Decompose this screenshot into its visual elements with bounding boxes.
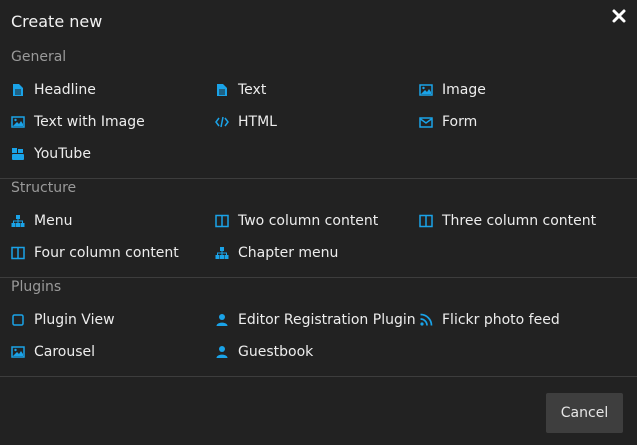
- columns-icon: [11, 246, 25, 260]
- user-icon: [216, 314, 228, 326]
- create-html-item[interactable]: HTML: [215, 111, 277, 133]
- youtube-icon: [12, 148, 24, 160]
- create-guestbook-item[interactable]: Guestbook: [215, 341, 313, 363]
- item-label: Flickr photo feed: [442, 312, 560, 328]
- item-label: Guestbook: [238, 344, 314, 360]
- item-label: Image: [442, 82, 486, 98]
- item-label: Menu: [34, 213, 73, 229]
- item-label: HTML: [238, 114, 277, 130]
- create-form-item[interactable]: Form: [419, 111, 477, 133]
- user-icon: [216, 346, 228, 358]
- item-label: Editor Registration Plugin: [238, 312, 416, 328]
- create-menu-item[interactable]: Menu: [11, 210, 72, 232]
- section-title-general: General: [11, 49, 67, 65]
- create-plugin-view-item[interactable]: Plugin View: [11, 309, 115, 331]
- image-icon: [11, 116, 25, 128]
- section-title-plugins: Plugins: [11, 279, 62, 295]
- columns-icon: [215, 214, 229, 228]
- file-text-icon: [13, 84, 23, 96]
- create-text-item[interactable]: Text: [215, 79, 266, 101]
- divider: [0, 376, 637, 377]
- create-new-dialog: Create new General Headline Text Image T…: [0, 0, 637, 445]
- create-text-with-image-item[interactable]: Text with Image: [11, 111, 145, 133]
- sitemap-icon: [215, 247, 229, 259]
- item-label: Text: [238, 82, 267, 98]
- item-label: Form: [442, 114, 478, 130]
- square-outline-icon: [12, 314, 24, 326]
- file-text-icon: [217, 84, 227, 96]
- item-label: Three column content: [442, 213, 597, 229]
- item-label: Plugin View: [34, 312, 115, 328]
- create-editor-registration-plugin-item[interactable]: Editor Registration Plugin: [215, 309, 416, 331]
- create-youtube-item[interactable]: YouTube: [11, 143, 91, 165]
- sitemap-icon: [11, 215, 25, 227]
- image-icon: [419, 84, 433, 96]
- create-carousel-item[interactable]: Carousel: [11, 341, 95, 363]
- create-chapter-menu-item[interactable]: Chapter menu: [215, 242, 338, 264]
- item-label: YouTube: [34, 146, 91, 162]
- item-label: Chapter menu: [238, 245, 339, 261]
- rss-icon: [420, 313, 433, 326]
- dialog-title: Create new: [11, 12, 103, 31]
- create-flickr-photo-feed-item[interactable]: Flickr photo feed: [419, 309, 560, 331]
- columns-icon: [419, 214, 433, 228]
- create-image-item[interactable]: Image: [419, 79, 486, 101]
- item-label: Two column content: [238, 213, 379, 229]
- item-label: Four column content: [34, 245, 179, 261]
- item-label: Text with Image: [34, 114, 145, 130]
- divider: [0, 277, 637, 278]
- item-label: Carousel: [34, 344, 96, 360]
- create-headline-item[interactable]: Headline: [11, 79, 96, 101]
- divider: [0, 178, 637, 179]
- create-two-column-item[interactable]: Two column content: [215, 210, 378, 232]
- code-icon: [215, 116, 229, 128]
- section-title-structure: Structure: [11, 180, 77, 196]
- envelope-icon: [419, 117, 433, 128]
- item-label: Headline: [34, 82, 96, 98]
- close-icon[interactable]: [611, 7, 627, 25]
- create-four-column-item[interactable]: Four column content: [11, 242, 179, 264]
- create-three-column-item[interactable]: Three column content: [419, 210, 596, 232]
- cancel-button[interactable]: Cancel: [546, 393, 623, 433]
- image-icon: [11, 346, 25, 358]
